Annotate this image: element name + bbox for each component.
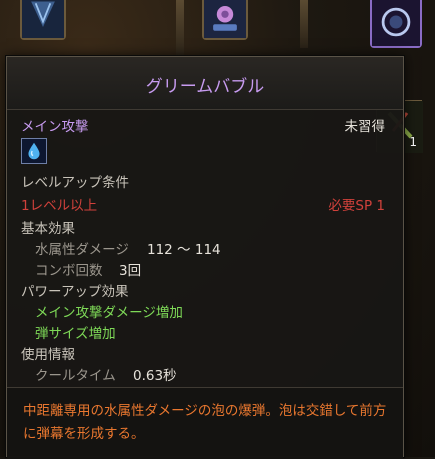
- orb-skill-icon: [372, 0, 420, 46]
- scroll-skill-icon: [204, 0, 246, 38]
- skill-name: グリームバブル: [145, 77, 265, 97]
- level-requirement: 1レベル以上: [21, 198, 98, 214]
- skill-slot-3[interactable]: [370, 0, 422, 48]
- damage-label: 水属性ダメージ: [35, 242, 129, 258]
- description-panel: 中距離専用の水属性ダメージの泡の爆弾。泡は交錯して前方に弾幕を形成する。: [7, 387, 403, 459]
- cooldown-value: 0.63秒: [133, 368, 177, 384]
- skill-slot-2[interactable]: [202, 0, 248, 40]
- water-drop-icon: [21, 138, 47, 164]
- learn-status: 未習得: [344, 119, 386, 135]
- item-count-badge: 1: [409, 135, 417, 149]
- sp-cost: 必要SP 1: [328, 198, 385, 214]
- tooltip-header: グリームバブル: [7, 57, 403, 110]
- combo-value: 3回: [119, 263, 142, 279]
- background-pillar: [176, 0, 184, 60]
- skill-tooltip: グリームバブル メイン攻撃 未習得 レベルアップ条件 1レベル以上 必要SP 1…: [6, 56, 404, 459]
- usage-heading: 使用情報: [21, 347, 75, 363]
- damage-value: 112 ～ 114: [147, 242, 221, 258]
- levelup-heading: レベルアップ条件: [21, 175, 129, 191]
- cooldown-label: クールタイム: [35, 368, 116, 384]
- powerup-item: 弾サイズ増加: [35, 326, 116, 342]
- skill-description: 中距離専用の水属性ダメージの泡の爆弾。泡は交錯して前方に弾幕を形成する。: [23, 403, 387, 442]
- combo-label: コンボ回数: [35, 263, 103, 279]
- skill-slot-1[interactable]: [20, 0, 66, 40]
- claw-skill-icon: [22, 0, 64, 38]
- powerup-item: メイン攻撃ダメージ増加: [35, 305, 183, 321]
- basic-effect-heading: 基本効果: [21, 221, 75, 237]
- powerup-heading: パワーアップ効果: [21, 284, 129, 300]
- skill-type-label: メイン攻撃: [21, 119, 89, 135]
- background-pillar: [300, 0, 308, 48]
